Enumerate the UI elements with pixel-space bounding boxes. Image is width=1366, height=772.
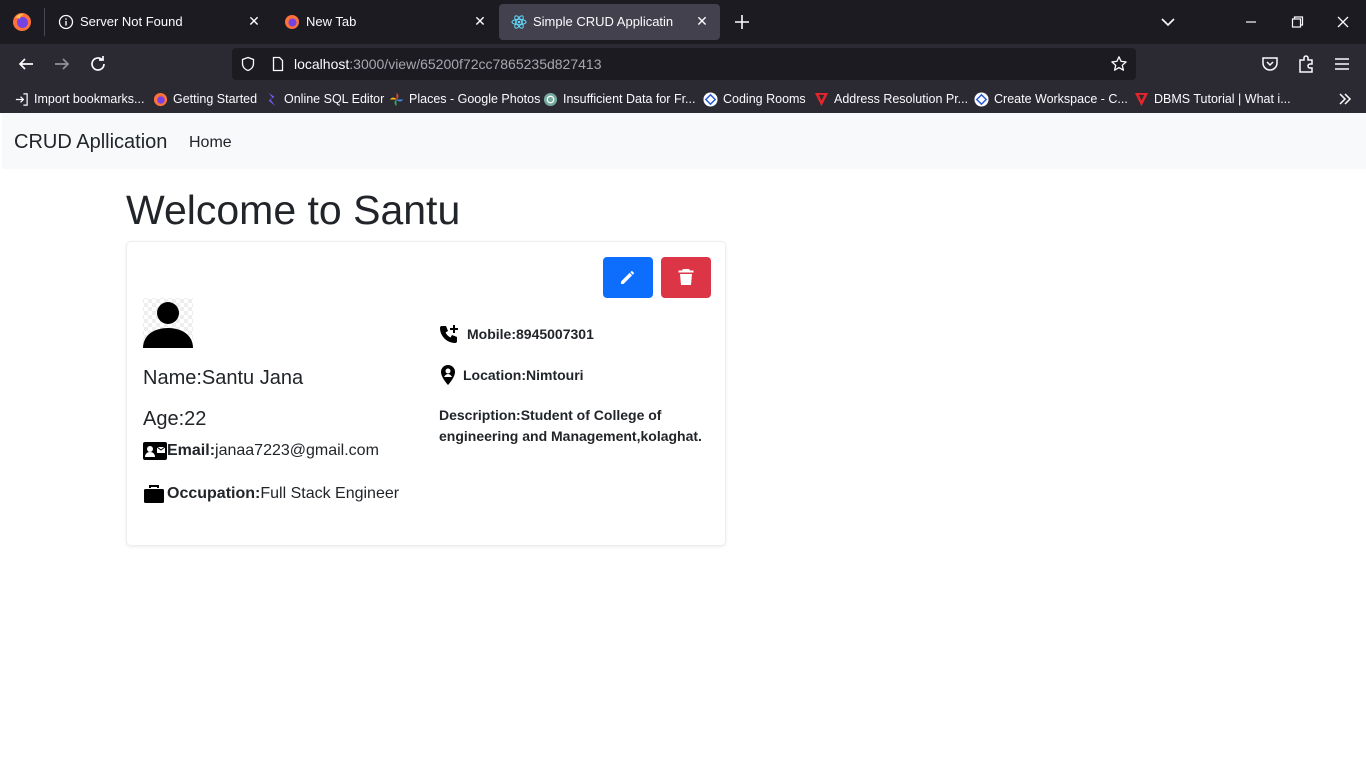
profile-email: Email: janaa7223@gmail.com xyxy=(143,442,379,460)
chevron-double-right-icon[interactable] xyxy=(1336,90,1354,108)
profile-name: Name:Santu Jana xyxy=(143,367,303,390)
coding-rooms-icon xyxy=(703,91,718,107)
extensions-icon[interactable] xyxy=(1294,52,1318,76)
forward-icon[interactable] xyxy=(50,52,74,76)
bookmark-item[interactable]: Getting Started xyxy=(153,90,257,108)
trash-icon xyxy=(678,269,694,285)
location-value: Nimtouri xyxy=(526,367,584,383)
occupation-label: Occupation: xyxy=(167,485,261,502)
occupation-value: Full Stack Engineer xyxy=(260,485,400,502)
sql-icon xyxy=(268,92,276,106)
age-value: 22 xyxy=(184,408,207,430)
shield-icon[interactable] xyxy=(240,56,256,72)
photos-icon xyxy=(389,92,404,106)
bookmark-item[interactable]: Online SQL Editor xyxy=(264,90,384,108)
tab-title: New Tab xyxy=(306,14,357,29)
url-path: :3000/view/65200f72cc7865235d827413 xyxy=(349,56,602,72)
bookmarks-toolbar: Import bookmarks... Getting Started Onli… xyxy=(0,84,1366,113)
close-icon[interactable]: ✕ xyxy=(694,13,710,29)
v-icon xyxy=(1134,92,1149,106)
chevron-down-icon[interactable] xyxy=(1156,10,1180,34)
coding-rooms-icon xyxy=(974,91,989,107)
profile-location: Location: Nimtouri xyxy=(439,364,584,386)
bookmark-item[interactable]: Import bookmarks... xyxy=(14,90,144,108)
browser-toolbar: localhost:3000/view/65200f72cc7865235d82… xyxy=(0,44,1366,84)
bookmark-item[interactable]: DBMS Tutorial | What i... xyxy=(1134,90,1291,108)
close-icon[interactable]: ✕ xyxy=(246,13,262,29)
bookmark-label: Create Workspace - C... xyxy=(994,92,1128,106)
profile-mobile: Mobile: 8945007301 xyxy=(439,324,594,344)
phone-add-icon xyxy=(440,325,458,343)
tab-simple-crud[interactable]: Simple CRUD Applicatin ✕ xyxy=(499,4,720,40)
pencil-icon xyxy=(621,270,635,284)
profile-occupation: Occupation: Full Stack Engineer xyxy=(143,484,399,504)
info-icon xyxy=(58,14,74,30)
bookmark-label: Places - Google Photos xyxy=(409,92,541,106)
briefcase-icon xyxy=(144,485,164,503)
tab-server-not-found[interactable]: Server Not Found ✕ xyxy=(46,4,272,40)
bookmark-label: Address Resolution Pr... xyxy=(834,92,969,106)
bookmark-item[interactable]: Coding Rooms xyxy=(703,90,806,108)
firefox-icon xyxy=(153,92,168,106)
openai-icon xyxy=(543,92,558,106)
page-icon[interactable] xyxy=(270,56,286,72)
tab-title: Simple CRUD Applicatin xyxy=(533,14,674,29)
url-text[interactable]: localhost:3000/view/65200f72cc7865235d82… xyxy=(294,56,601,72)
tab-title: Server Not Found xyxy=(80,14,183,29)
bookmark-label: DBMS Tutorial | What i... xyxy=(1154,92,1291,106)
bookmark-item[interactable]: Create Workspace - C... xyxy=(974,90,1128,108)
url-bar[interactable]: localhost:3000/view/65200f72cc7865235d82… xyxy=(232,48,1136,80)
bookmark-item[interactable]: Places - Google Photos xyxy=(389,90,540,108)
firefox-icon xyxy=(285,15,299,29)
restore-icon[interactable] xyxy=(1285,10,1309,34)
edit-button[interactable] xyxy=(603,257,653,298)
close-icon[interactable]: ✕ xyxy=(472,13,488,29)
bookmark-label: Insufficient Data for Fr... xyxy=(563,92,696,106)
pocket-icon[interactable] xyxy=(1258,52,1282,76)
url-host: localhost xyxy=(294,56,350,72)
plus-icon[interactable] xyxy=(730,10,754,34)
bookmark-label: Online SQL Editor xyxy=(284,92,385,106)
age-label: Age: xyxy=(143,408,185,430)
menu-icon[interactable] xyxy=(1330,52,1354,76)
reload-icon[interactable] xyxy=(86,52,110,76)
bookmark-label: Coding Rooms xyxy=(723,92,806,106)
bookmark-label: Getting Started xyxy=(173,92,258,106)
contact-card-icon xyxy=(143,442,167,460)
bookmark-label: Import bookmarks... xyxy=(34,92,145,106)
name-label: Name: xyxy=(143,367,202,389)
description-label: Description: xyxy=(439,407,521,423)
name-value: Santu Jana xyxy=(201,367,304,389)
tab-new-tab[interactable]: New Tab ✕ xyxy=(272,4,498,40)
minimize-icon[interactable] xyxy=(1239,10,1263,34)
import-icon xyxy=(15,92,28,106)
avatar xyxy=(143,298,193,348)
delete-button[interactable] xyxy=(661,257,711,298)
profile-age: Age:22 xyxy=(143,408,206,431)
navbar-brand[interactable]: CRUD Apllication xyxy=(14,131,167,154)
profile-description: Description:Student of College of engine… xyxy=(439,405,709,447)
v-icon xyxy=(814,92,829,106)
react-icon xyxy=(511,15,527,29)
star-icon[interactable] xyxy=(1110,55,1128,73)
app-navbar: CRUD Apllication Home xyxy=(2,113,1366,169)
email-value: janaa7223@gmail.com xyxy=(215,442,379,459)
location-label: Location: xyxy=(463,367,526,383)
browser-tab-bar: Server Not Found ✕ New Tab ✕ Simple CRUD… xyxy=(0,0,1366,44)
bookmark-item[interactable]: Insufficient Data for Fr... xyxy=(543,90,695,108)
close-window-icon[interactable] xyxy=(1331,10,1355,34)
mobile-value: 8945007301 xyxy=(516,326,594,342)
location-pin-icon xyxy=(441,365,455,385)
bookmark-item[interactable]: Address Resolution Pr... xyxy=(814,90,968,108)
page-title: Welcome to Santu xyxy=(126,187,461,233)
email-label: Email: xyxy=(167,442,216,459)
mobile-label: Mobile: xyxy=(467,326,516,342)
back-icon[interactable] xyxy=(14,52,38,76)
nav-link-home[interactable]: Home xyxy=(189,134,232,152)
firefox-icon[interactable] xyxy=(12,12,32,32)
profile-card: Name:Santu Jana Age:22 Email: janaa7223@g… xyxy=(126,241,726,546)
user-icon xyxy=(143,302,193,348)
tab-separator xyxy=(44,8,45,36)
web-page: CRUD Apllication Home Welcome to Santu N… xyxy=(2,113,1366,772)
